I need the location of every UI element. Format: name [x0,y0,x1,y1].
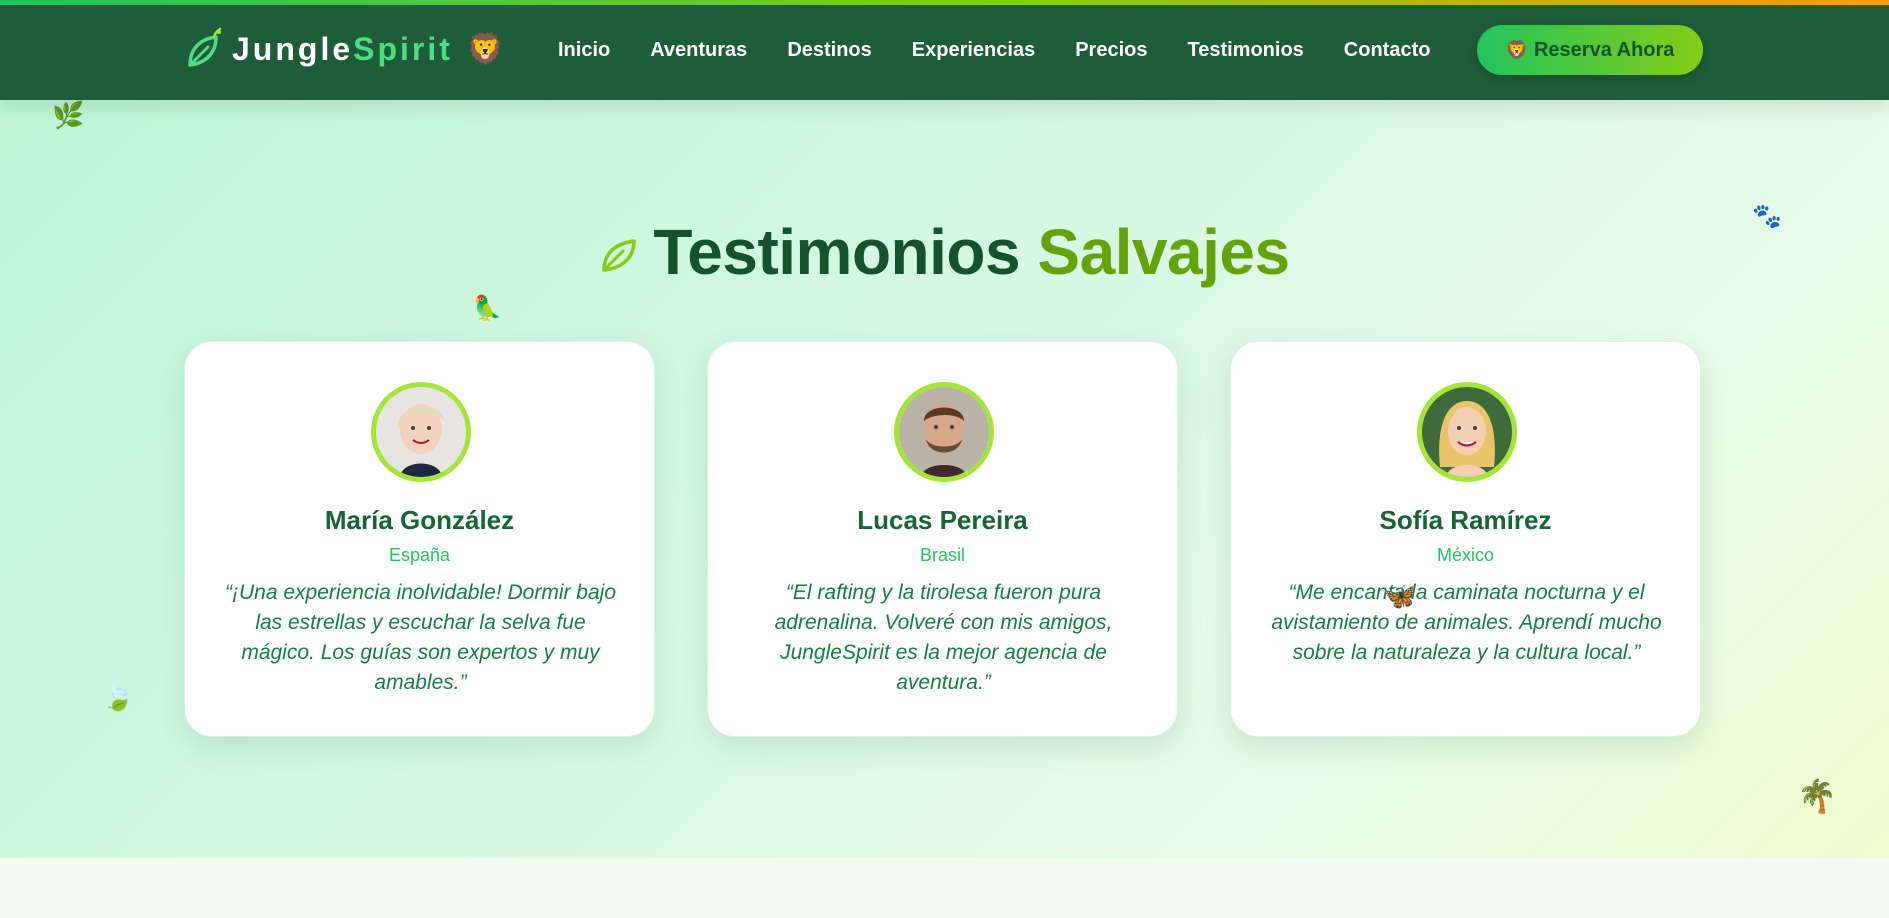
brand-name: JungleSpirit [232,30,453,67]
section-title: Testimonios Salvajes [0,212,1889,292]
reserve-now-button[interactable]: 🦁 Reserva Ahora [1477,25,1703,75]
nav-link-testimonios[interactable]: Testimonios [1187,39,1303,62]
reserve-now-label: Reserva Ahora [1533,38,1675,61]
testimonial-quote: “El rafting y la tirolesa fueron pura ad… [774,581,1113,694]
testimonial-name: María González [324,505,515,535]
nav-link-contacto[interactable]: Contacto [1344,39,1431,62]
avatar [1417,382,1517,482]
testimonial-country: Brasil [919,545,965,565]
nav-link-destinos[interactable]: Destinos [787,39,871,62]
title-accent: Salvajes [1037,216,1290,288]
next-section-strip [0,858,1889,918]
testimonial-name: Sofía Ramírez [1379,505,1552,535]
testimonial-country: España [388,545,451,565]
nav-link-precios[interactable]: Precios [1075,39,1147,62]
title-main: Testimonios [653,216,1021,288]
testimonials-section: Testimonios Salvajes María González Espa… [0,100,1889,858]
butterfly-icon: 🦋 [1384,581,1417,611]
avatar [371,382,471,482]
nav-link-aventuras[interactable]: Aventuras [650,39,747,62]
lion-icon: 🦁 [1505,39,1528,60]
testimonial-country: México [1436,545,1494,565]
testimonial-card: Lucas Pereira Brasil “El rafting y la ti… [707,341,1178,737]
main-nav: Inicio Aventuras Destinos Experiencias P… [558,30,1470,70]
testimonial-name: Lucas Pereira [857,505,1028,535]
avatar-image [376,387,466,477]
testimonial-card: Sofía Ramírez México “Me encanta la cami… [1230,341,1701,737]
testimonial-quote: “¡Una experiencia inolvidable! Dormir ba… [225,581,617,694]
avatar-image [899,387,989,477]
bird-icon: 🦜 [472,295,502,322]
nav-link-experiencias[interactable]: Experiencias [912,39,1035,62]
leaf-icon [188,27,222,67]
herb-icon: 🌿 [52,100,85,130]
testimonial-card: María González España “¡Una experiencia … [184,341,655,737]
brand-logo[interactable]: JungleSpirit 🦁 [184,24,504,74]
palm-icon: 🌴 [1797,778,1837,814]
lion-icon: 🦁 [466,32,505,66]
nav-link-inicio[interactable]: Inicio [558,39,610,62]
leaf-icon [602,239,637,272]
paw-icon: 🐾 [1752,203,1782,230]
leaves-icon: 🍃 [102,682,135,712]
site-header: JungleSpirit 🦁 Inicio Aventuras Destinos… [0,0,1889,100]
avatar [894,382,994,482]
avatar-image [1422,387,1512,477]
top-accent-line [0,0,1889,5]
testimonial-quote: “Me encanta la caminata nocturna y el av… [1271,581,1662,664]
